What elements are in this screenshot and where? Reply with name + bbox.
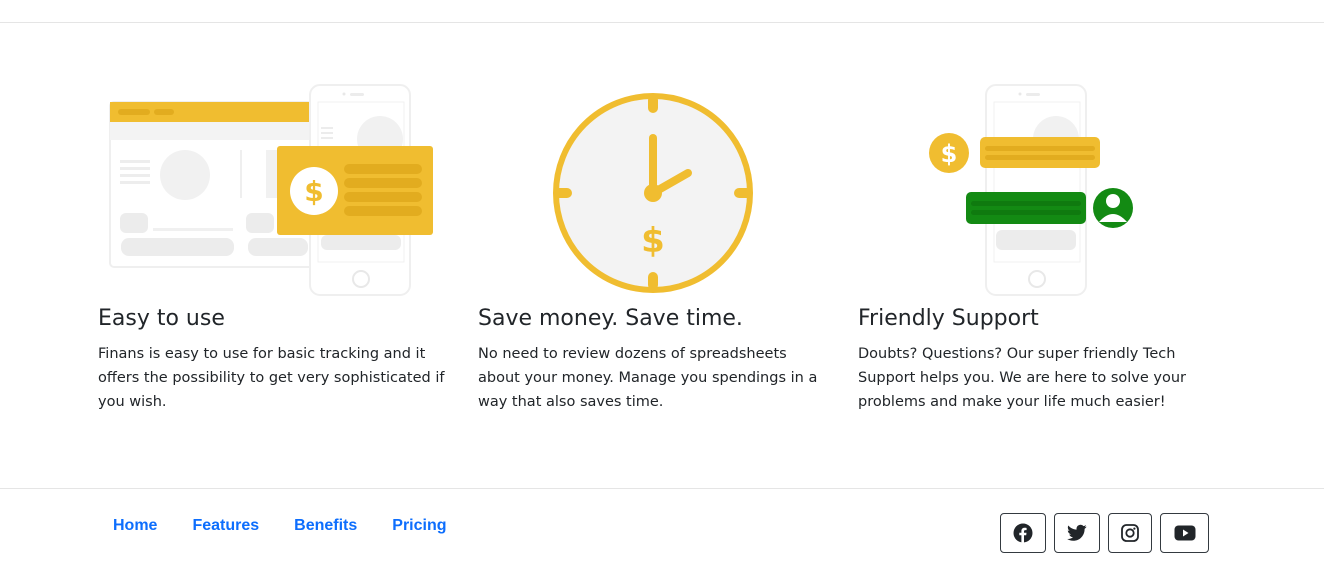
phone-chat-support-icon: $	[929, 84, 1133, 296]
feature-title: Easy to use	[98, 306, 225, 331]
social-links	[1000, 513, 1209, 553]
youtube-icon	[1174, 525, 1195, 541]
facebook-icon	[1013, 523, 1033, 543]
footer-divider	[0, 488, 1324, 489]
twitter-icon	[1067, 524, 1087, 541]
instagram-button[interactable]	[1108, 513, 1152, 553]
clock-dollar-icon: $	[553, 93, 753, 293]
dashboard-and-phone-dollar-icon: $	[109, 84, 433, 296]
feature-text: Doubts? Questions? Our super friendly Te…	[858, 346, 1186, 410]
footer-link-benefits[interactable]: Benefits	[294, 514, 357, 538]
svg-text:$: $	[304, 175, 323, 208]
facebook-button[interactable]	[1000, 513, 1046, 553]
feature-title: Save money. Save time.	[478, 306, 743, 331]
twitter-button[interactable]	[1054, 513, 1100, 553]
youtube-button[interactable]	[1160, 513, 1209, 553]
header-divider	[0, 22, 1324, 23]
feature-text: Finans is easy to use for basic tracking…	[98, 346, 445, 410]
svg-text:$: $	[641, 221, 665, 261]
footer-link-features[interactable]: Features	[192, 514, 259, 538]
feature-text: No need to review dozens of spreadsheets…	[478, 346, 818, 410]
footer-nav: Home Features Benefits Pricing	[113, 514, 482, 538]
instagram-icon	[1121, 524, 1139, 542]
feature-title: Friendly Support	[858, 306, 1039, 331]
svg-text:$: $	[941, 140, 958, 168]
footer-link-home[interactable]: Home	[113, 514, 157, 538]
footer-link-pricing[interactable]: Pricing	[392, 514, 446, 538]
